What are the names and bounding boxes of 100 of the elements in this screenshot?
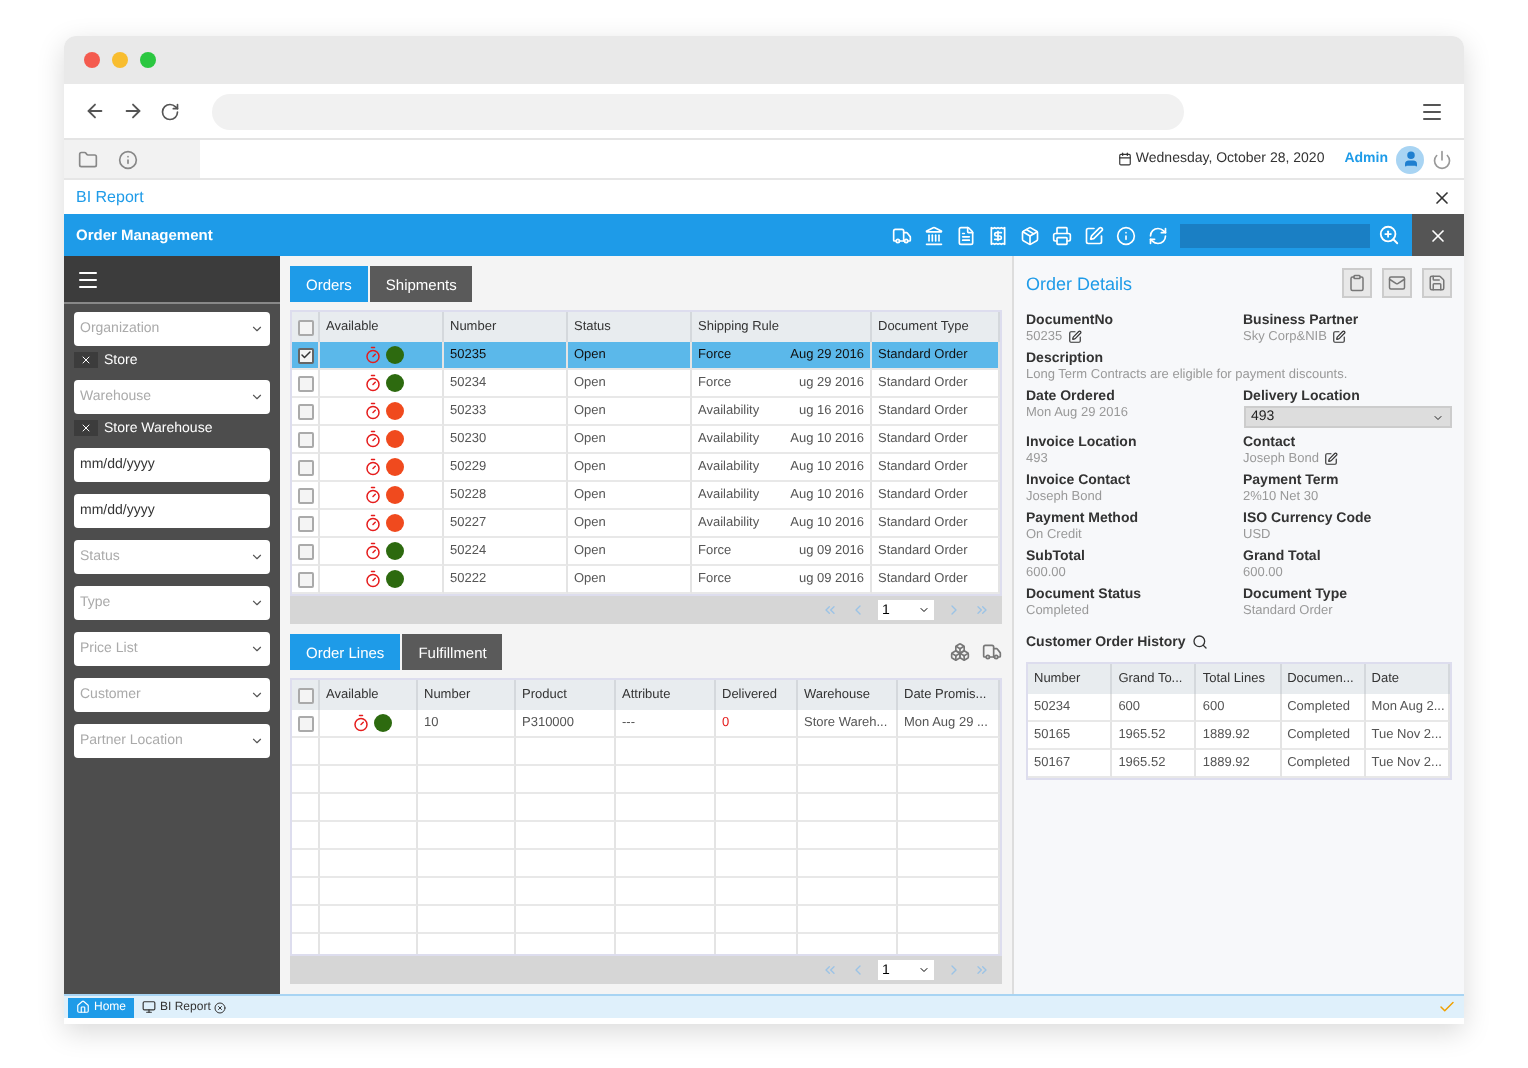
timer-icon	[364, 514, 382, 532]
row-highlight[interactable]	[292, 398, 320, 426]
save-button[interactable]	[1422, 268, 1452, 298]
monitor-icon	[142, 1000, 157, 1014]
package-icon[interactable]	[1020, 225, 1040, 245]
reload-icon[interactable]	[160, 101, 180, 121]
empty-cell	[798, 738, 898, 766]
row-highlight[interactable]	[292, 342, 320, 370]
timer-icon	[364, 402, 382, 420]
checkbox[interactable]	[298, 687, 314, 703]
edit-icon[interactable]	[1068, 330, 1083, 344]
row-highlight[interactable]	[292, 454, 320, 482]
row-highlight[interactable]	[292, 426, 320, 454]
row-highlight[interactable]	[292, 538, 320, 566]
menu-icon[interactable]	[1420, 99, 1444, 123]
mail-button[interactable]	[1382, 268, 1412, 298]
empty-cell	[798, 822, 898, 850]
checkbox[interactable]	[298, 431, 314, 447]
empty-cell	[418, 794, 516, 822]
check-icon	[1438, 998, 1456, 1016]
truck-icon[interactable]	[892, 225, 912, 245]
timer-icon	[364, 430, 382, 448]
caret-icon	[250, 390, 264, 404]
receipt-icon[interactable]	[988, 225, 1008, 245]
forward-icon[interactable]	[122, 100, 144, 122]
edit-icon[interactable]	[1324, 452, 1339, 466]
caret-icon	[250, 322, 264, 336]
remove-button[interactable]	[74, 352, 98, 368]
check-icon	[300, 348, 312, 362]
timer-icon	[364, 486, 382, 504]
timer-icon	[351, 714, 369, 732]
maximize-dot[interactable]	[140, 52, 156, 68]
checkbox[interactable]	[298, 571, 314, 587]
caret-icon	[250, 596, 264, 610]
remove-icon	[80, 422, 92, 434]
empty-cell	[516, 850, 616, 878]
empty-cell	[320, 878, 418, 906]
row-highlight[interactable]	[292, 482, 320, 510]
boxes-icon[interactable]	[950, 642, 970, 662]
document-icon[interactable]	[956, 225, 976, 245]
empty-cell	[320, 822, 418, 850]
checkbox[interactable]	[298, 715, 314, 731]
empty-cell	[616, 794, 716, 822]
empty-cell	[716, 878, 798, 906]
empty-cell	[616, 766, 716, 794]
empty-cell	[798, 906, 898, 934]
checkbox[interactable]	[298, 487, 314, 503]
checkbox[interactable]	[298, 515, 314, 531]
search-field[interactable]	[1180, 223, 1370, 247]
empty-cell	[418, 738, 516, 766]
empty-cell	[716, 794, 798, 822]
checkbox[interactable]	[298, 459, 314, 475]
checkbox[interactable]	[298, 375, 314, 391]
empty-cell	[418, 850, 516, 878]
caret-icon	[1432, 411, 1444, 423]
report-title: BI Report	[76, 188, 144, 206]
empty-cell	[798, 794, 898, 822]
clipboard-button[interactable]	[1342, 268, 1372, 298]
avatar-icon[interactable]	[1396, 145, 1424, 173]
close-icon[interactable]	[214, 1001, 227, 1013]
checkbox[interactable]	[298, 319, 314, 335]
empty-cell	[516, 906, 616, 934]
close-icon[interactable]	[1432, 187, 1452, 207]
minimize-dot[interactable]	[112, 52, 128, 68]
menu-icon[interactable]	[76, 267, 100, 291]
caret-icon	[918, 964, 930, 976]
remove-icon	[80, 354, 92, 366]
empty-cell	[716, 822, 798, 850]
timer-icon	[364, 542, 382, 560]
panel-title: Order Details	[1026, 273, 1133, 293]
empty-cell	[320, 850, 418, 878]
empty-cell	[798, 850, 898, 878]
bank-icon[interactable]	[924, 225, 944, 245]
empty-cell	[516, 822, 616, 850]
edit-icon[interactable]	[1332, 330, 1347, 344]
power-icon[interactable]	[1432, 149, 1452, 169]
close-button[interactable]	[1412, 214, 1464, 256]
checkbox[interactable]	[298, 403, 314, 419]
empty-cell	[516, 766, 616, 794]
save-icon	[1428, 274, 1446, 292]
empty-cell	[616, 738, 716, 766]
printer-icon[interactable]	[1052, 225, 1072, 245]
row-highlight[interactable]	[292, 566, 320, 594]
close-dot[interactable]	[84, 52, 100, 68]
row-highlight[interactable]	[292, 510, 320, 538]
empty-cell	[716, 766, 798, 794]
folder-icon[interactable]	[78, 149, 98, 169]
search-icon[interactable]	[1191, 634, 1208, 650]
info-icon[interactable]	[118, 149, 138, 169]
checkbox[interactable]	[298, 543, 314, 559]
refresh-icon[interactable]	[1148, 225, 1168, 245]
timer-icon	[364, 374, 382, 392]
checkbox[interactable]	[298, 347, 314, 363]
back-icon[interactable]	[84, 100, 106, 122]
empty-cell	[798, 878, 898, 906]
empty-cell	[616, 878, 716, 906]
remove-button[interactable]	[74, 420, 98, 436]
timer-icon	[364, 570, 382, 588]
mail-icon	[1388, 274, 1406, 292]
truck-icon[interactable]	[982, 642, 1002, 662]
